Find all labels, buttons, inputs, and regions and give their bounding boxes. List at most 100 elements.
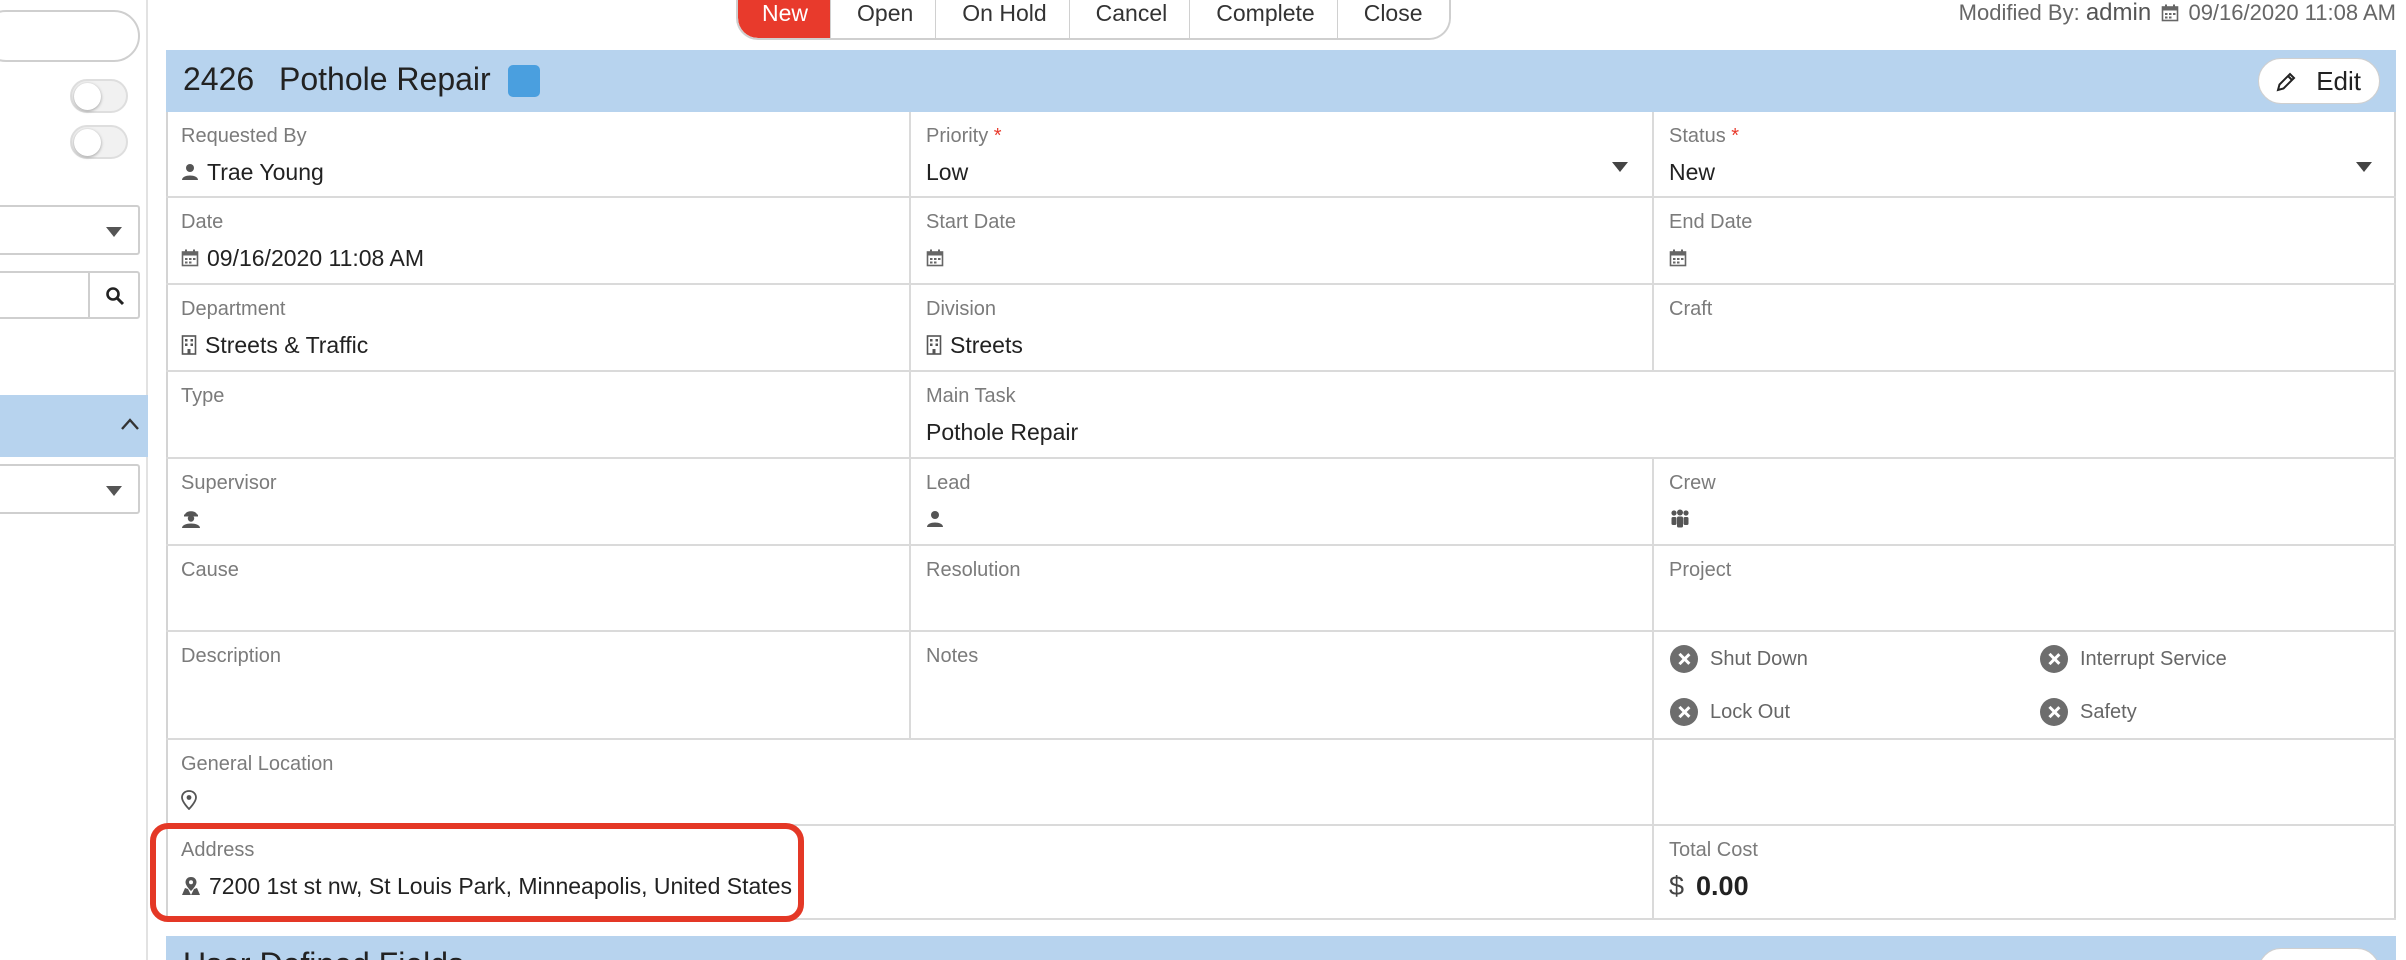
field-resolution[interactable]: Resolution <box>911 546 1654 632</box>
status-pipeline: New Open On Hold Cancel Complete Close <box>736 0 1451 40</box>
x-circle-icon <box>2040 698 2068 726</box>
flag-label: Shut Down <box>1710 647 1808 670</box>
caret-down-icon <box>106 486 122 496</box>
left-sidebar <box>0 0 148 960</box>
sidebar-filter-input[interactable] <box>0 271 90 319</box>
flag-shut-down[interactable]: Shut Down <box>1670 645 1808 673</box>
field-label: Main Task <box>926 385 1016 407</box>
sidebar-search-input[interactable] <box>0 10 140 62</box>
field-description[interactable]: Description <box>166 632 911 740</box>
sidebar-toggle-2[interactable] <box>70 125 128 159</box>
sidebar-select-2[interactable] <box>0 464 140 514</box>
calendar-icon <box>926 249 944 267</box>
priority-value: Low <box>926 159 969 185</box>
caret-down-icon <box>1612 162 1628 172</box>
division-value: Streets <box>950 332 1023 358</box>
department-value: Streets & Traffic <box>205 332 369 358</box>
field-start-date[interactable]: Start Date <box>911 198 1654 285</box>
modified-label: Modified By: <box>1958 0 2080 25</box>
field-label: End Date <box>1669 211 1753 233</box>
user-defined-fields-header[interactable]: User Defined Fields <box>166 936 2396 960</box>
field-label: Priority <box>926 125 989 147</box>
field-label: Description <box>181 645 282 667</box>
requested-by-value: Trae Young <box>207 159 324 185</box>
required-marker: * <box>1731 125 1740 147</box>
group-icon <box>1671 509 1689 528</box>
field-label: Supervisor <box>181 472 277 494</box>
edit-button[interactable]: Edit <box>2258 58 2380 104</box>
field-notes[interactable]: Notes <box>911 632 1654 740</box>
flag-label: Safety <box>2080 700 2137 723</box>
section-title: User Defined Fields <box>183 946 464 960</box>
building-icon <box>181 335 197 355</box>
stage-close[interactable]: Close <box>1337 0 1449 38</box>
sidebar-select-1[interactable] <box>0 205 140 255</box>
date-value: 09/16/2020 11:08 AM <box>207 245 424 271</box>
field-cause[interactable]: Cause <box>166 546 911 632</box>
field-lead[interactable]: Lead <box>911 459 1654 546</box>
x-circle-icon <box>1670 645 1698 673</box>
modified-datetime: 09/16/2020 11:08 AM <box>2188 0 2396 25</box>
x-circle-icon <box>1670 698 1698 726</box>
pencil-icon <box>2276 72 2296 92</box>
modified-user: admin <box>2085 0 2152 26</box>
total-cost-value: 0.00 <box>1696 871 1749 901</box>
x-circle-icon <box>2040 645 2068 673</box>
dollar-icon: $ <box>1669 871 1685 901</box>
user-icon <box>927 511 943 527</box>
flag-label: Interrupt Service <box>2080 647 2227 670</box>
stage-new[interactable]: New <box>738 0 832 38</box>
flag-interrupt-service[interactable]: Interrupt Service <box>2040 645 2227 673</box>
field-total-cost: Total Cost $0.00 <box>1654 826 2396 920</box>
field-label: General Location <box>181 753 334 775</box>
main-task-value: Pothole Repair <box>926 419 1079 445</box>
toggle-knob <box>74 129 101 156</box>
empty-cell <box>1654 740 2396 826</box>
search-icon <box>106 287 125 306</box>
field-craft[interactable]: Craft <box>1654 285 2396 372</box>
address-highlight <box>150 823 804 922</box>
udf-edit-button[interactable] <box>2258 948 2380 960</box>
sidebar-search-button[interactable] <box>88 271 140 319</box>
color-chip <box>508 65 540 97</box>
stage-open[interactable]: Open <box>831 0 937 38</box>
field-label: Date <box>181 211 224 233</box>
field-label: Project <box>1669 559 1732 581</box>
field-label: Requested By <box>181 125 307 147</box>
field-requested-by: Requested By Trae Young <box>166 112 911 198</box>
field-type[interactable]: Type <box>166 372 911 459</box>
sidebar-section-header[interactable] <box>0 395 148 457</box>
field-label: Total Cost <box>1669 839 1758 861</box>
calendar-icon <box>181 249 199 267</box>
field-label: Lead <box>926 472 971 494</box>
flag-safety[interactable]: Safety <box>2040 698 2137 726</box>
required-marker: * <box>993 125 1002 147</box>
map-pin-icon <box>181 790 197 810</box>
flag-label: Lock Out <box>1710 700 1791 723</box>
field-crew[interactable]: Crew <box>1654 459 2396 546</box>
stage-complete[interactable]: Complete <box>1190 0 1338 38</box>
status-value: New <box>1669 159 1716 185</box>
stage-on-hold[interactable]: On Hold <box>936 0 1070 38</box>
field-date[interactable]: Date 09/16/2020 11:08 AM <box>166 198 911 285</box>
stage-cancel[interactable]: Cancel <box>1069 0 1191 38</box>
sidebar-toggle-1[interactable] <box>70 79 128 113</box>
field-main-task[interactable]: Main Task Pothole Repair <box>911 372 2396 459</box>
field-priority[interactable]: Priority * Low <box>911 112 1654 198</box>
caret-down-icon <box>106 227 122 237</box>
field-supervisor[interactable]: Supervisor <box>166 459 911 546</box>
flag-lock-out[interactable]: Lock Out <box>1670 698 1790 726</box>
building-icon <box>926 335 942 355</box>
field-label: Start Date <box>926 211 1017 233</box>
field-division[interactable]: Division Streets <box>911 285 1654 372</box>
field-label: Craft <box>1669 298 1713 320</box>
work-order-title: Pothole Repair <box>279 61 491 97</box>
calendar-icon <box>2162 4 2179 22</box>
field-status[interactable]: Status * New <box>1654 112 2396 198</box>
field-department[interactable]: Department Streets & Traffic <box>166 285 911 372</box>
field-project[interactable]: Project <box>1654 546 2396 632</box>
work-order-header: 2426 Pothole Repair Edit <box>166 50 2396 112</box>
field-general-location[interactable]: General Location <box>166 740 1654 826</box>
field-end-date[interactable]: End Date <box>1654 198 2396 285</box>
field-label: Type <box>181 385 225 407</box>
